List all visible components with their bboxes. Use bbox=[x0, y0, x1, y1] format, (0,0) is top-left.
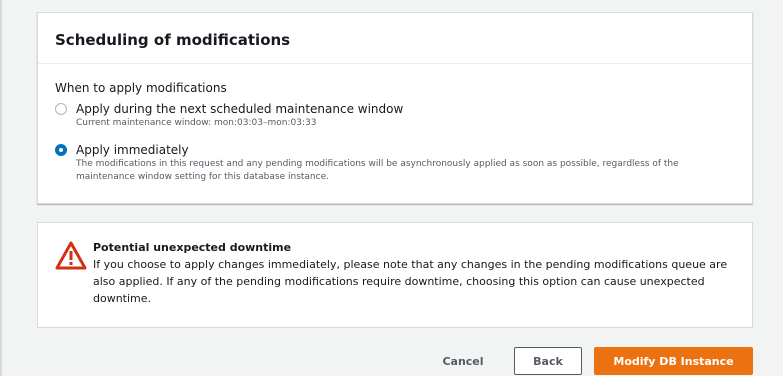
radio-label-maintenance-window: Apply during the next scheduled maintena… bbox=[76, 102, 404, 116]
radio-text-apply-immediately: Apply immediately The modifications in t… bbox=[76, 142, 726, 184]
warning-triangle-icon bbox=[55, 241, 87, 270]
radio-button-maintenance-window[interactable] bbox=[55, 103, 67, 115]
scheduling-panel: Scheduling of modifications When to appl… bbox=[37, 12, 753, 204]
alert-message: If you choose to apply changes immediate… bbox=[93, 258, 728, 305]
radio-apply-maintenance-window[interactable]: Apply during the next scheduled maintena… bbox=[55, 101, 715, 135]
radio-description-maintenance-window: Current maintenance window: mon:03:03–mo… bbox=[76, 118, 317, 128]
downtime-warning-alert: Potential unexpected downtime If you cho… bbox=[37, 222, 753, 328]
alert-content: Potential unexpected downtime If you cho… bbox=[93, 240, 733, 307]
form-actions: Cancel Back Modify DB Instance bbox=[0, 347, 783, 375]
scheduling-panel-header: Scheduling of modifications bbox=[38, 13, 752, 64]
scheduling-panel-title: Scheduling of modifications bbox=[55, 31, 291, 49]
radio-button-apply-immediately[interactable] bbox=[55, 144, 67, 156]
cancel-button[interactable]: Cancel bbox=[432, 347, 494, 375]
modify-db-instance-button[interactable]: Modify DB Instance bbox=[594, 347, 753, 375]
page-left-border bbox=[0, 0, 2, 376]
radio-text-maintenance-window: Apply during the next scheduled maintena… bbox=[76, 101, 403, 130]
radio-label-apply-immediately: Apply immediately bbox=[76, 143, 189, 157]
back-button[interactable]: Back bbox=[514, 347, 582, 375]
apply-modifications-label: When to apply modifications bbox=[55, 81, 227, 95]
radio-apply-immediately[interactable]: Apply immediately The modifications in t… bbox=[55, 142, 725, 190]
alert-title: Potential unexpected downtime bbox=[93, 241, 292, 254]
radio-description-apply-immediately: The modifications in this request and an… bbox=[76, 159, 679, 182]
